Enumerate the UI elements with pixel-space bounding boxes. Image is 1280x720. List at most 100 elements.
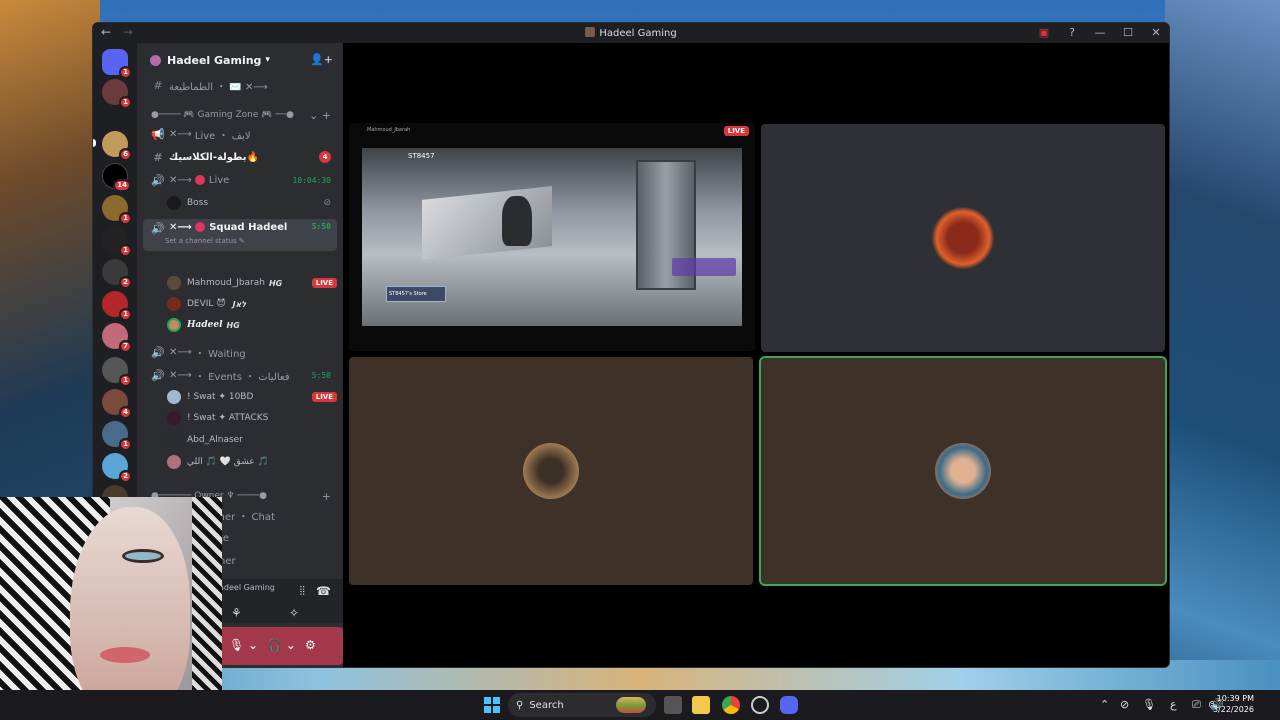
- avatar: [167, 390, 181, 404]
- windows-start-icon[interactable]: [484, 697, 500, 713]
- chevron-up-icon[interactable]: ⌃: [1100, 698, 1109, 711]
- speaker-icon: 🔊: [151, 345, 165, 359]
- app-tray-icon[interactable]: ⊘: [1120, 698, 1129, 711]
- headphones-icon[interactable]: 🎧 ⌄: [267, 638, 296, 652]
- file-explorer-icon[interactable]: [692, 696, 710, 714]
- minimize-icon[interactable]: —: [1093, 26, 1107, 39]
- add-channel-icon[interactable]: +: [322, 490, 331, 503]
- speaker-icon: 🔊: [151, 173, 165, 187]
- voice-user-speaking[interactable]: Hadeel HG: [167, 315, 337, 335]
- server-icon[interactable]: 1: [102, 79, 132, 109]
- channel-status[interactable]: Set a channel status ✎: [165, 237, 245, 245]
- title-bar: ← → Hadeel Gaming ▣ ? — ☐ ✕: [93, 23, 1169, 43]
- game-panel: [422, 186, 552, 260]
- server-icon[interactable]: 2: [102, 453, 132, 483]
- close-icon[interactable]: ✕: [1149, 26, 1163, 39]
- announcement-channel[interactable]: 📢 ✕⟶ Live ・ لايف: [143, 124, 337, 144]
- discord-home-icon[interactable]: 1: [102, 49, 132, 79]
- voice-user[interactable]: Mahmoud_Jbarah HG LIVE: [167, 273, 337, 293]
- red-circle-icon: [194, 175, 205, 185]
- voice-channel-squad-hadeel[interactable]: 🔊 ✕⟶ Squad Hadeel 5:50 Set a channel stat…: [143, 219, 337, 251]
- help-icon[interactable]: ?: [1065, 26, 1079, 39]
- game-hud-panel: [672, 258, 736, 276]
- stream-tile[interactable]: Mahmoud_Jbarah LIVE ST8457 ST8457's Stor…: [349, 123, 755, 351]
- server-icon[interactable]: 1: [102, 421, 132, 451]
- stream-preview: Mahmoud_Jbarah LIVE ST8457 ST8457's Stor…: [349, 123, 755, 351]
- voice-user[interactable]: Abd_Alnaser: [167, 430, 337, 450]
- server-icon[interactable]: 14: [102, 163, 131, 192]
- category-line: ●──── 🎮: [151, 110, 198, 120]
- server-icon[interactable]: 6: [102, 131, 132, 161]
- server-icon[interactable]: 4: [102, 389, 132, 419]
- add-channel-icon[interactable]: ⌄ +: [309, 109, 331, 122]
- soundboard-icon[interactable]: ⦙⦙: [300, 584, 305, 599]
- discord-window: ← → Hadeel Gaming ▣ ? — ☐ ✕ 1 1 6 14 1 1…: [92, 22, 1170, 668]
- mic-tray-icon[interactable]: 🎙: [1142, 698, 1156, 711]
- search-icon: ⚲: [516, 699, 524, 711]
- voice-user[interactable]: عشق 🤍 🎵 اللي 🎵: [167, 452, 337, 472]
- soundboard-wave-icon[interactable]: ✧: [289, 606, 299, 620]
- app-icon[interactable]: [751, 696, 769, 714]
- clock[interactable]: 10:39 PM 3/22/2026: [1213, 693, 1254, 715]
- disconnect-icon[interactable]: ☎: [316, 584, 331, 598]
- participant-tile-speaking[interactable]: [759, 356, 1167, 586]
- microphone-icon[interactable]: 🎙 ⌄: [229, 638, 258, 652]
- keffiyeh-pattern: [192, 497, 222, 720]
- hash-icon: #: [153, 78, 163, 92]
- voice-channel-waiting[interactable]: 🔊 ✕⟶ ・ Waiting: [143, 342, 337, 362]
- game-screen: ST8457 ST8457's Store: [362, 148, 742, 326]
- voice-user[interactable]: Boss ⊘: [167, 193, 337, 213]
- task-view-icon[interactable]: [664, 696, 682, 714]
- discord-taskbar-icon[interactable]: [780, 696, 798, 714]
- text-channel[interactable]: # الطماطيعة ・ ✉️ ✕⟶: [143, 75, 337, 95]
- avatar: [167, 276, 181, 290]
- voice-user[interactable]: DEVIL 😈 Jלא: [167, 294, 337, 314]
- voice-channel-events[interactable]: 🔊 ✕⟶ ・ Events ・ فعاليات 5:50: [143, 365, 337, 385]
- megaphone-icon: 📢: [151, 127, 165, 141]
- voice-user[interactable]: ! Swat ✦ ATTACKS: [167, 408, 337, 428]
- voice-user[interactable]: ! Swat ✦ 10BD LIVE: [167, 387, 337, 407]
- speaker-icon: 🔊: [151, 368, 165, 382]
- activities-icon[interactable]: ⚘: [231, 606, 242, 620]
- taskbar: ⚲ Search ⌃ ⊘ 🎙 ع ⎚ ⊜ 🔊 10:39 PM 3/22/2026: [0, 690, 1280, 720]
- chevron-down-icon: ▾: [265, 55, 270, 65]
- chrome-icon[interactable]: [722, 696, 740, 714]
- server-icon: [585, 27, 596, 37]
- game-sign: ST8457's Store: [386, 286, 446, 302]
- search-highlight-icon: [616, 697, 646, 713]
- window-controls: ▣ ? — ☐ ✕: [1037, 26, 1163, 39]
- avatar: [932, 207, 994, 269]
- display-icon[interactable]: ⎚: [1192, 698, 1201, 712]
- server-icon[interactable]: 1: [102, 195, 132, 225]
- avatar: [167, 455, 181, 469]
- eye: [122, 549, 164, 563]
- speaker-icon: 🔊: [151, 222, 165, 235]
- avatar: [167, 411, 181, 425]
- server-icon[interactable]: 7: [102, 323, 132, 353]
- settings-icon[interactable]: ⚙: [305, 638, 316, 652]
- lips: [100, 647, 150, 663]
- participant-tile[interactable]: [349, 357, 753, 585]
- screen-share-icon[interactable]: ▣: [1037, 26, 1051, 39]
- server-icon[interactable]: 1: [102, 357, 132, 387]
- server-icon[interactable]: 2: [102, 259, 132, 289]
- deafened-icon: ⊘: [323, 198, 331, 208]
- window-title: Hadeel Gaming: [93, 27, 1169, 39]
- server-icon[interactable]: 1: [102, 291, 132, 321]
- participant-tile[interactable]: [761, 124, 1165, 352]
- server-header[interactable]: Hadeel Gaming ▾ 👤+: [137, 43, 343, 77]
- avatar: [167, 196, 181, 210]
- invite-icon[interactable]: 👤+: [310, 53, 333, 66]
- face: [70, 507, 190, 717]
- hash-icon: #: [153, 150, 163, 164]
- server-icon[interactable]: 1: [102, 227, 132, 257]
- voice-channel-live[interactable]: 🔊 ✕⟶ Live 10:04:30: [143, 170, 337, 190]
- taskbar-search[interactable]: ⚲ Search: [508, 693, 656, 717]
- category-gaming-zone[interactable]: ●──── 🎮 Gaming Zone 🎮 ──● ⌄ +: [143, 105, 337, 125]
- server-pill: [93, 139, 96, 147]
- language-indicator[interactable]: ع: [1170, 698, 1177, 711]
- maximize-icon[interactable]: ☐: [1121, 26, 1135, 39]
- avatar: [935, 443, 991, 499]
- desktop-wallpaper-right: [1165, 0, 1280, 720]
- text-channel-bttola[interactable]: # بطولة-الكلاسيك 🔥 4: [143, 147, 337, 167]
